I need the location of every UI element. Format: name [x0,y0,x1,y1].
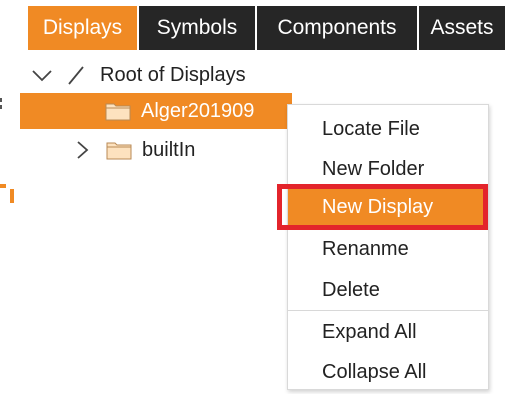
tree-item-alger201909[interactable]: Alger201909 [20,93,292,129]
tree-item-label: builtIn [142,138,196,161]
cropped-edge-glyph [0,98,2,109]
tree-item-builtin[interactable]: builtIn [72,134,195,166]
chevron-down-icon[interactable] [30,63,54,87]
tab-assets[interactable]: Assets [419,6,505,50]
menu-item-rename[interactable]: Renanme [288,231,488,267]
menu-item-expand-all[interactable]: Expand All [288,314,488,350]
tab-components[interactable]: Components [257,6,419,50]
tab-displays[interactable]: Displays [28,6,139,50]
folder-icon [105,103,131,121]
menu-item-delete[interactable]: Delete [288,272,488,308]
tree-root-row[interactable]: Root of Displays [30,60,246,90]
menu-item-locate-file[interactable]: Locate File [288,111,488,147]
chevron-right-icon[interactable] [72,139,92,161]
tab-symbols[interactable]: Symbols [139,6,257,50]
slash-icon [68,66,84,85]
displays-panel: Displays Symbols Components Assets Root … [0,0,529,394]
menu-divider [288,310,488,311]
context-menu: Locate File New Folder New Display Renan… [287,104,489,390]
tree-item-label: Alger201909 [141,99,255,122]
menu-item-collapse-all[interactable]: Collapse All [288,354,488,390]
tab-bar: Displays Symbols Components Assets [28,6,505,50]
folder-icon [106,142,132,160]
cropped-edge-marker [10,189,14,203]
menu-item-new-display[interactable]: New Display [288,189,488,225]
cropped-edge-marker [0,184,6,188]
tree-root-label: Root of Displays [100,63,246,86]
menu-item-new-folder[interactable]: New Folder [288,151,488,187]
